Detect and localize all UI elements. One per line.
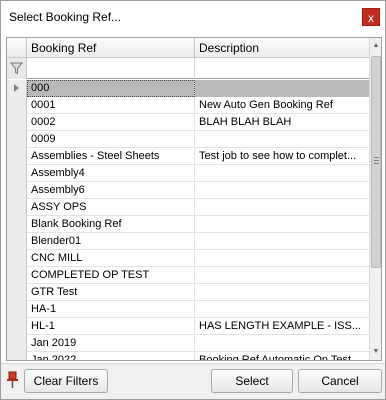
dialog-title: Select Booking Ref... <box>9 10 122 24</box>
cell-booking-ref[interactable]: ASSY OPS <box>27 199 195 216</box>
cell-booking-ref[interactable]: HL-1 <box>27 318 195 335</box>
filter-row <box>7 58 369 79</box>
filter-funnel-icon <box>10 62 23 75</box>
row-selector[interactable] <box>7 267 27 284</box>
row-selector[interactable] <box>7 216 27 233</box>
cell-description[interactable] <box>195 216 369 233</box>
table-row[interactable]: CNC MILL <box>7 250 369 267</box>
table-row[interactable]: 0001 New Auto Gen Booking Ref <box>7 97 369 114</box>
row-selector[interactable] <box>7 97 27 114</box>
table-row[interactable]: 000 <box>7 80 369 97</box>
cell-booking-ref[interactable]: 000 <box>27 80 195 97</box>
thumb-grip <box>374 160 379 161</box>
title-bar[interactable]: Select Booking Ref... x <box>1 1 385 33</box>
cell-booking-ref[interactable]: Assembly6 <box>27 182 195 199</box>
table-row[interactable]: ASSY OPS <box>7 199 369 216</box>
scroll-thumb[interactable] <box>371 56 381 268</box>
booking-ref-grid: Booking Ref Description 000 0001 New Auto … <box>6 37 382 361</box>
row-selector[interactable] <box>7 182 27 199</box>
cell-description[interactable]: HAS LENGTH EXAMPLE - ISS... <box>195 318 369 335</box>
table-row[interactable]: Assembly6 <box>7 182 369 199</box>
table-row[interactable]: Jan 2022 Booking Ref Automatic On Test <box>7 352 369 360</box>
row-selector[interactable] <box>7 233 27 250</box>
row-selector[interactable] <box>7 131 27 148</box>
cell-description[interactable]: Booking Ref Automatic On Test <box>195 352 369 360</box>
cell-description[interactable] <box>195 80 369 97</box>
cancel-button[interactable]: Cancel <box>298 369 382 393</box>
cell-description[interactable]: Test job to see how to complet... <box>195 148 369 165</box>
table-row[interactable]: Assemblies - Steel Sheets Test job to see… <box>7 148 369 165</box>
cell-booking-ref[interactable]: CNC MILL <box>27 250 195 267</box>
row-selector[interactable] <box>7 352 27 360</box>
close-button[interactable]: x <box>362 8 380 26</box>
row-selector[interactable] <box>7 148 27 165</box>
table-row[interactable]: HA-1 <box>7 301 369 318</box>
clear-filters-button[interactable]: Clear Filters <box>24 369 108 393</box>
cell-booking-ref[interactable]: COMPLETED OP TEST <box>27 267 195 284</box>
table-row[interactable]: HL-1 HAS LENGTH EXAMPLE - ISS... <box>7 318 369 335</box>
cell-booking-ref[interactable]: 0009 <box>27 131 195 148</box>
cell-booking-ref[interactable]: Assemblies - Steel Sheets <box>27 148 195 165</box>
table-row[interactable]: Jan 2019 <box>7 335 369 352</box>
cell-booking-ref[interactable]: Assembly4 <box>27 165 195 182</box>
row-selector[interactable] <box>7 165 27 182</box>
cell-description[interactable] <box>195 301 369 318</box>
row-selector[interactable] <box>7 250 27 267</box>
select-booking-ref-dialog: Select Booking Ref... x Booking Ref Desc… <box>0 0 386 400</box>
table-row[interactable]: Blender01 <box>7 233 369 250</box>
cell-description[interactable] <box>195 267 369 284</box>
row-selector[interactable] <box>7 335 27 352</box>
thumb-grip <box>374 163 379 164</box>
row-selector[interactable] <box>7 114 27 131</box>
table-row[interactable]: Assembly4 <box>7 165 369 182</box>
cell-booking-ref[interactable]: Blender01 <box>27 233 195 250</box>
header-row-selector[interactable] <box>7 38 27 58</box>
thumb-grip <box>374 157 379 158</box>
table-row[interactable]: COMPLETED OP TEST <box>7 267 369 284</box>
row-selector[interactable] <box>7 199 27 216</box>
scroll-down-arrow-icon[interactable]: ▼ <box>370 344 381 360</box>
table-row[interactable]: Blank Booking Ref <box>7 216 369 233</box>
cell-description[interactable] <box>195 233 369 250</box>
grid-rows: 000 0001 New Auto Gen Booking Ref 0002 BLAH … <box>7 80 369 360</box>
cell-booking-ref[interactable]: GTR Test <box>27 284 195 301</box>
dialog-footer: Clear Filters Select Cancel <box>1 363 385 399</box>
vertical-scrollbar[interactable]: ▲ ▼ <box>369 38 381 360</box>
cell-description[interactable] <box>195 165 369 182</box>
row-selector[interactable] <box>7 318 27 335</box>
grid-header: Booking Ref Description <box>7 38 369 58</box>
table-row[interactable]: GTR Test <box>7 284 369 301</box>
cell-booking-ref[interactable]: Jan 2022 <box>27 352 195 360</box>
scroll-up-arrow-icon[interactable]: ▲ <box>370 38 381 54</box>
cell-description[interactable] <box>195 131 369 148</box>
cell-description[interactable] <box>195 199 369 216</box>
cell-booking-ref[interactable]: 0002 <box>27 114 195 131</box>
cell-description[interactable] <box>195 182 369 199</box>
filter-input-booking-ref[interactable] <box>27 58 195 79</box>
cell-booking-ref[interactable]: Blank Booking Ref <box>27 216 195 233</box>
cell-description[interactable]: BLAH BLAH BLAH <box>195 114 369 131</box>
column-header-description[interactable]: Description <box>195 38 369 58</box>
row-selector[interactable] <box>7 80 27 97</box>
row-selector[interactable] <box>7 284 27 301</box>
cell-description[interactable]: New Auto Gen Booking Ref <box>195 97 369 114</box>
cell-description[interactable] <box>195 335 369 352</box>
cell-booking-ref[interactable]: Jan 2019 <box>27 335 195 352</box>
row-selector[interactable] <box>7 301 27 318</box>
filter-row-selector <box>7 58 27 79</box>
cell-booking-ref[interactable]: 0001 <box>27 97 195 114</box>
cell-booking-ref[interactable]: HA-1 <box>27 301 195 318</box>
cell-description[interactable] <box>195 284 369 301</box>
row-arrow-icon <box>14 84 19 92</box>
pin-icon[interactable] <box>5 369 21 391</box>
table-row[interactable]: 0002 BLAH BLAH BLAH <box>7 114 369 131</box>
cell-description[interactable] <box>195 250 369 267</box>
filter-input-description[interactable] <box>195 58 369 79</box>
table-row[interactable]: 0009 <box>7 131 369 148</box>
column-header-booking-ref[interactable]: Booking Ref <box>27 38 195 58</box>
select-button[interactable]: Select <box>211 369 293 393</box>
